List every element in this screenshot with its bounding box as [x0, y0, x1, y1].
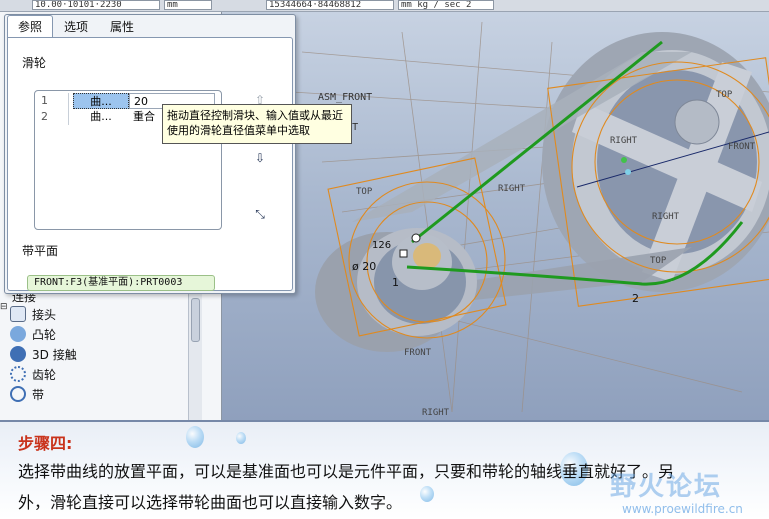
cam-icon: [10, 326, 26, 342]
gear-icon: [10, 366, 26, 382]
belt-definition-dialog: 参照 选项 属性 滑轮 1 曲... 20 2 曲... 重合 ⇧ ⇩ ⤡ 带平…: [4, 14, 296, 294]
move-down-icon[interactable]: ⇩: [252, 150, 268, 166]
label-front-2: FRONT: [728, 142, 756, 152]
dialog-tabs: 参照 选项 属性: [7, 15, 145, 37]
tab-options[interactable]: 选项: [53, 15, 99, 37]
label-asm-front: ASM_FRONT: [318, 92, 373, 103]
tab-properties[interactable]: 属性: [99, 15, 145, 37]
caption-line-2: 外，滑轮直接可以选择带轮曲面也可以直接输入数字。: [18, 493, 403, 512]
toolbar-field-3[interactable]: 15344664·84468812: [266, 0, 394, 10]
tree-item-gear[interactable]: 齿轮: [10, 364, 56, 384]
dimension-2[interactable]: 2: [632, 292, 639, 305]
tree-scrollbar[interactable]: [188, 292, 202, 420]
contact-3d-icon: [10, 346, 26, 362]
tree-item-joint[interactable]: 接头: [10, 304, 56, 324]
tutorial-caption: 步骤四: 选择带曲线的放置平面，可以是基准面也可以是元件平面，只要和带轮的轴线垂…: [0, 420, 769, 519]
label-top-2: TOP: [716, 90, 733, 100]
caption-line-1: 选择带曲线的放置平面，可以是基准面也可以是元件平面，只要和带轮的轴线垂直就好了。…: [18, 462, 675, 481]
belt-plane-collector[interactable]: FRONT:F3(基准平面):PRT0003: [27, 275, 215, 291]
diameter-tooltip: 拖动直径控制滑块、输入值或从最近使用的滑轮直径值菜单中选取: [162, 104, 352, 144]
top-toolbar: 10.00·10101·2230 mm 15344664·84468812 mm…: [0, 0, 769, 12]
label-right-3: RIGHT: [652, 212, 680, 222]
label-top-3: TOP: [650, 256, 667, 266]
dimension-diameter[interactable]: ø 20: [352, 260, 376, 273]
cad-scene: [291, 21, 769, 413]
tab-references[interactable]: 参照: [7, 15, 54, 37]
joint-icon: [10, 306, 26, 322]
tree-expander-icon[interactable]: ⊟: [0, 302, 8, 312]
tree-item-belt[interactable]: 带: [10, 384, 44, 404]
belt-icon: [10, 386, 26, 402]
pulley-label: 滑轮: [22, 56, 47, 70]
tree-scrollbar-thumb[interactable]: [191, 298, 200, 342]
toolbar-field-1[interactable]: 10.00·10101·2230: [32, 0, 160, 10]
water-drop-icon: [186, 426, 204, 448]
flip-direction-icon[interactable]: ⤡: [252, 206, 268, 222]
label-right-1: RIGHT: [498, 184, 526, 194]
water-drop-icon: [420, 486, 434, 502]
references-panel: 滑轮 1 曲... 20 2 曲... 重合 ⇧ ⇩ ⤡ 带平面: [7, 37, 293, 291]
water-drop-icon: [236, 432, 246, 444]
label-front-3: FRONT: [404, 348, 432, 358]
belt-plane-label: 带平面: [22, 244, 59, 258]
toolbar-field-4[interactable]: mm kg / sec 2: [398, 0, 494, 10]
label-right-4: RIGHT: [422, 408, 450, 418]
toolbar-field-2[interactable]: mm: [164, 0, 212, 10]
dimension-126[interactable]: 126: [372, 240, 391, 251]
dimension-1[interactable]: 1: [392, 276, 399, 289]
label-top-1: TOP: [356, 187, 373, 197]
forum-watermark-url: www.proewildfire.cn: [622, 502, 743, 516]
tree-item-cam[interactable]: 凸轮: [10, 324, 56, 344]
step-title: 步骤四:: [18, 434, 73, 453]
label-right-2: RIGHT: [610, 136, 638, 146]
forum-watermark: 野火论坛: [610, 472, 723, 502]
tree-item-3d-contact[interactable]: 3D 接触: [10, 344, 77, 364]
cad-viewport[interactable]: ASM_FRONT FRONT RIGHT TOP RIGHT TOP FRON…: [222, 12, 769, 420]
